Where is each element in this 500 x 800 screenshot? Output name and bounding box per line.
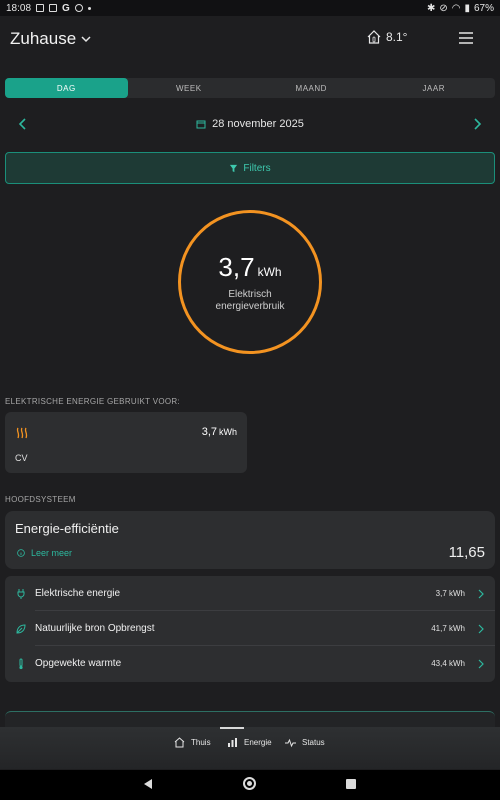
efficiency-value: 11,65 bbox=[448, 544, 485, 561]
bar-chart-icon bbox=[228, 738, 237, 747]
calendar-icon bbox=[196, 120, 206, 129]
home-selector[interactable]: Zuhause bbox=[10, 29, 92, 49]
temperature-value: 8.1° bbox=[386, 30, 408, 44]
filters-button[interactable]: Filters bbox=[5, 152, 495, 184]
period-tabs: DAG WEEK MAAND JAAR bbox=[5, 78, 495, 98]
tab-jaar[interactable]: JAAR bbox=[373, 78, 496, 98]
battery-icon: ▮ bbox=[464, 2, 470, 14]
gauge-unit: kWh bbox=[257, 264, 282, 279]
tab-maand[interactable]: MAAND bbox=[250, 78, 373, 98]
mute-icon: ⊘ bbox=[439, 2, 448, 14]
cv-usage-card[interactable]: 3,7 kWh CV bbox=[5, 412, 247, 473]
app-bar: Zuhause 8.1° bbox=[0, 16, 500, 62]
date-picker[interactable]: 28 november 2025 bbox=[0, 118, 500, 130]
chevron-down-icon bbox=[81, 36, 91, 43]
more-notifications-icon bbox=[87, 6, 91, 10]
back-icon[interactable] bbox=[143, 778, 153, 790]
tab-dag[interactable]: DAG bbox=[5, 78, 128, 98]
filters-label: Filters bbox=[243, 162, 271, 174]
status-time: 18:08 bbox=[6, 2, 32, 14]
leaf-icon bbox=[16, 623, 26, 634]
nav-energie[interactable]: Energie bbox=[227, 737, 272, 748]
bluetooth-icon: ✱ bbox=[426, 2, 436, 14]
nav-label: Thuis bbox=[191, 738, 211, 747]
used-for-heading: ELEKTRISCHE ENERGIE GEBRUIKT VOOR: bbox=[5, 397, 180, 406]
gauge-label: Elektrisch energieverbruik bbox=[215, 288, 285, 312]
energy-breakdown-list: Elektrische energie 3,7 kWh Natuurlijke … bbox=[5, 576, 495, 682]
sync-icon bbox=[74, 4, 83, 12]
tab-week[interactable]: WEEK bbox=[128, 78, 251, 98]
google-icon: G bbox=[62, 2, 70, 14]
efficiency-title: Energie-efficiëntie bbox=[15, 521, 119, 536]
list-item-electric-energy[interactable]: Elektrische energie 3,7 kWh bbox=[5, 576, 495, 611]
gallery-icon bbox=[36, 4, 45, 12]
energy-gauge: 3,7 kWh Elektrisch energieverbruik bbox=[178, 210, 322, 354]
row-value: 3,7 kWh bbox=[435, 589, 465, 598]
chevron-right-icon bbox=[478, 624, 484, 633]
main-system-heading: HOOFDSYSTEEM bbox=[5, 495, 76, 504]
gauge-value: 3,7 kWh bbox=[218, 251, 282, 282]
row-label: Elektrische energie bbox=[35, 588, 121, 599]
row-label: Opgewekte warmte bbox=[35, 658, 122, 669]
menu-icon[interactable] bbox=[458, 31, 474, 45]
thermometer-icon bbox=[19, 658, 23, 669]
row-value: 43,4 kWh bbox=[431, 659, 465, 668]
nav-thuis[interactable]: Thuis bbox=[174, 737, 211, 748]
home-button-icon[interactable] bbox=[243, 777, 256, 790]
nav-status[interactable]: Status bbox=[285, 737, 325, 748]
active-tab-indicator bbox=[220, 727, 244, 729]
cv-usage-value: 3,7 kWh bbox=[201, 426, 237, 438]
status-bar: 18:08 G ✱ ⊘ ◠ ▮ 67% bbox=[0, 0, 500, 16]
current-date: 28 november 2025 bbox=[212, 118, 304, 130]
info-icon bbox=[17, 549, 25, 557]
row-value: 41,7 kWh bbox=[431, 624, 465, 633]
energy-efficiency-card: Energie-efficiëntie Leer meer 11,65 bbox=[5, 511, 495, 569]
cv-usage-name: CV bbox=[15, 453, 28, 463]
recent-apps-icon[interactable] bbox=[346, 779, 356, 789]
mail-icon bbox=[49, 4, 58, 12]
filter-icon bbox=[230, 164, 238, 172]
heating-icon bbox=[16, 427, 28, 439]
learn-more-link[interactable]: Leer meer bbox=[17, 548, 72, 558]
chevron-right-icon bbox=[478, 589, 484, 598]
home-icon bbox=[174, 737, 185, 748]
chevron-right-icon bbox=[478, 659, 484, 668]
wifi-icon: ◠ bbox=[451, 2, 461, 14]
pulse-icon bbox=[285, 738, 296, 748]
home-title: Zuhause bbox=[10, 29, 77, 48]
row-label: Natuurlijke bron Opbrengst bbox=[35, 623, 155, 634]
house-thermometer-icon bbox=[367, 30, 381, 44]
plug-icon bbox=[17, 588, 25, 599]
nav-label: Energie bbox=[244, 738, 272, 747]
list-item-generated-heat[interactable]: Opgewekte warmte 43,4 kWh bbox=[5, 646, 495, 681]
next-day-icon[interactable] bbox=[470, 117, 484, 131]
system-navigation-bar bbox=[0, 770, 500, 800]
bottom-navigation: Thuis Energie Status bbox=[0, 727, 500, 769]
nav-label: Status bbox=[302, 738, 325, 747]
date-navigation: 28 november 2025 bbox=[0, 112, 500, 138]
learn-more-label: Leer meer bbox=[31, 548, 73, 558]
cv-usage-unit: kWh bbox=[219, 427, 237, 437]
battery-percent: 67% bbox=[473, 2, 494, 14]
list-item-natural-source[interactable]: Natuurlijke bron Opbrengst 41,7 kWh bbox=[5, 611, 495, 646]
outdoor-temperature[interactable]: 8.1° bbox=[366, 29, 407, 45]
